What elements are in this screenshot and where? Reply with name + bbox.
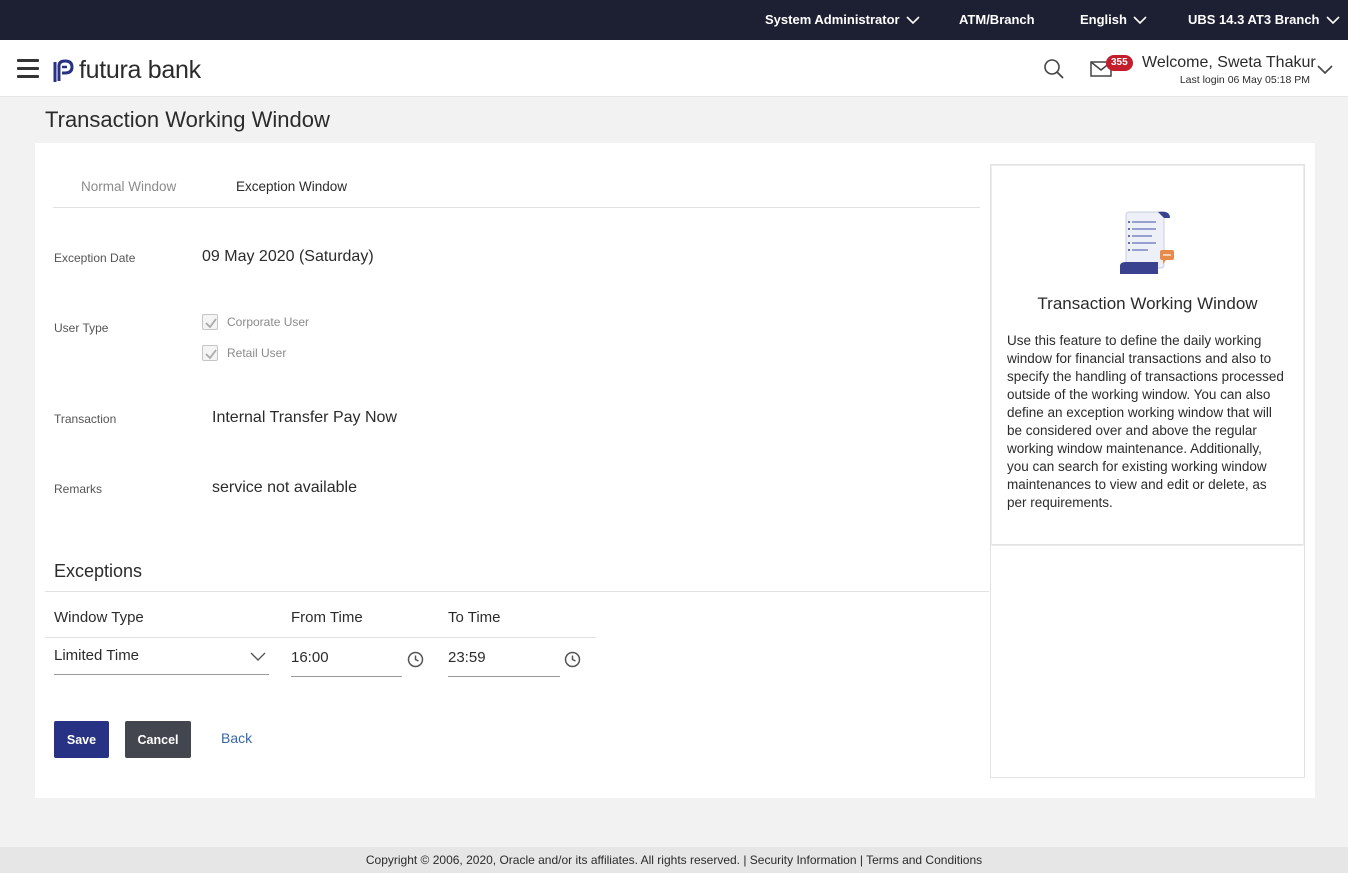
checkbox[interactable] bbox=[202, 314, 218, 330]
tab-bar: Normal Window Exception Window bbox=[53, 164, 980, 208]
exception-date-value: 09 May 2020 (Saturday) bbox=[202, 248, 374, 265]
atm-branch-link[interactable]: ATM/Branch bbox=[959, 0, 1035, 40]
retail-user-label: Retail User bbox=[227, 346, 287, 360]
checkbox[interactable] bbox=[202, 345, 218, 361]
transaction-value: Internal Transfer Pay Now bbox=[212, 409, 397, 426]
save-button[interactable]: Save bbox=[54, 721, 109, 758]
exceptions-section-title: Exceptions bbox=[54, 561, 143, 581]
chevron-down-icon bbox=[250, 652, 266, 661]
tab-normal-window[interactable]: Normal Window bbox=[81, 179, 176, 194]
retail-user-checkbox[interactable]: Retail User bbox=[202, 345, 286, 361]
to-time-header: To Time bbox=[448, 609, 501, 626]
help-text: Use this feature to define the daily wor… bbox=[1007, 333, 1284, 510]
atm-branch-label: ATM/Branch bbox=[959, 12, 1035, 27]
to-time-input[interactable]: 23:59 bbox=[448, 646, 560, 677]
role-label: System Administrator bbox=[765, 12, 900, 27]
chevron-down-icon bbox=[1133, 16, 1147, 25]
welcome-text: Welcome, Sweta Thakur bbox=[1142, 54, 1316, 71]
footer: Copyright © 2006, 2020, Oracle and/or it… bbox=[0, 847, 1348, 873]
window-type-header: Window Type bbox=[54, 609, 144, 626]
top-bar: System Administrator ATM/Branch English … bbox=[0, 0, 1348, 40]
notification-badge[interactable]: 355 bbox=[1106, 55, 1133, 71]
role-switcher[interactable]: System Administrator bbox=[765, 0, 920, 40]
logo-text: futura bank bbox=[79, 56, 201, 84]
app-header: futura bank 355 Welcome, Sweta Thakur La… bbox=[0, 40, 1348, 97]
bank-logo[interactable]: futura bank bbox=[50, 56, 201, 85]
clock-icon[interactable] bbox=[564, 651, 581, 668]
window-type-select[interactable]: Limited Time bbox=[54, 645, 269, 675]
corporate-user-label: Corporate User bbox=[227, 315, 310, 329]
chevron-down-icon bbox=[906, 16, 920, 25]
language-label: English bbox=[1080, 12, 1127, 27]
branch-label: UBS 14.3 AT3 Branch bbox=[1188, 12, 1320, 27]
from-time-value: 16:00 bbox=[291, 649, 329, 666]
search-icon[interactable] bbox=[1043, 58, 1065, 80]
remarks-label: Remarks bbox=[54, 482, 103, 496]
tab-exception-window[interactable]: Exception Window bbox=[236, 179, 347, 194]
chevron-down-icon[interactable] bbox=[1316, 62, 1334, 76]
help-title: Transaction Working Window bbox=[1037, 294, 1258, 313]
document-illustration-icon bbox=[1120, 211, 1174, 274]
check-icon bbox=[205, 318, 217, 329]
branch-switcher[interactable]: UBS 14.3 AT3 Branch bbox=[1188, 0, 1340, 40]
corporate-user-checkbox[interactable]: Corporate User bbox=[202, 314, 309, 330]
from-time-header: From Time bbox=[291, 609, 363, 626]
section-divider bbox=[45, 591, 989, 592]
to-time-value: 23:59 bbox=[448, 649, 486, 666]
transaction-label: Transaction bbox=[54, 412, 117, 426]
remarks-value: service not available bbox=[212, 479, 357, 496]
chevron-down-icon bbox=[1325, 16, 1340, 25]
hamburger-menu-icon[interactable] bbox=[17, 59, 39, 78]
language-switcher[interactable]: English bbox=[1080, 0, 1147, 40]
window-type-value: Limited Time bbox=[54, 647, 140, 664]
user-type-label: User Type bbox=[54, 321, 109, 335]
back-link[interactable]: Back bbox=[221, 730, 252, 746]
cancel-button[interactable]: Cancel bbox=[125, 721, 191, 758]
clock-icon[interactable] bbox=[407, 651, 424, 668]
page-title: Transaction Working Window bbox=[45, 107, 330, 132]
futura-logo-icon bbox=[53, 58, 74, 82]
check-icon bbox=[205, 349, 217, 360]
from-time-input[interactable]: 16:00 bbox=[291, 646, 402, 677]
exception-date-label: Exception Date bbox=[54, 251, 136, 265]
table-header-divider bbox=[45, 637, 596, 638]
last-login-text: Last login 06 May 05:18 PM bbox=[1179, 74, 1310, 86]
